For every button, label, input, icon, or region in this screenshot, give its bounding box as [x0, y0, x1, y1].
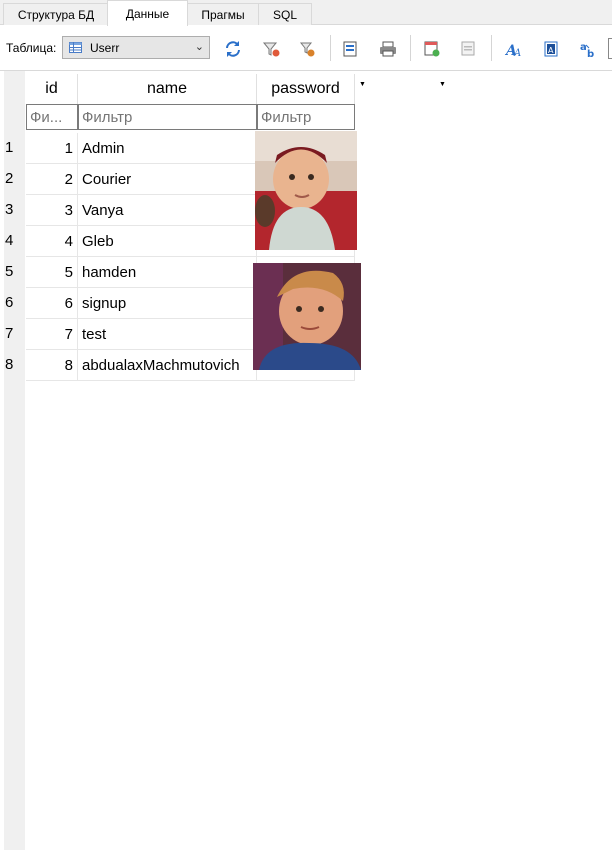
insert-dropdown-arrow[interactable]: ▼: [439, 81, 446, 88]
export-icon[interactable]: [341, 39, 361, 59]
clear-filter-icon[interactable]: [261, 39, 281, 59]
row-number[interactable]: 4: [5, 232, 13, 249]
row-number[interactable]: 1: [5, 139, 13, 156]
print-icon[interactable]: [378, 39, 398, 59]
cell-name[interactable]: abdualaxMachmutovich: [78, 350, 257, 381]
filter-input-id[interactable]: [26, 104, 78, 130]
svg-text:a: a: [580, 42, 587, 53]
column-header-id[interactable]: id: [26, 74, 78, 104]
cell-name[interactable]: Gleb: [78, 226, 257, 257]
cell-name[interactable]: hamden: [78, 257, 257, 288]
text-icon[interactable]: A: [541, 39, 561, 59]
child-photo-red-hat: [255, 131, 357, 250]
table-label: Таблица:: [6, 41, 57, 55]
row-number[interactable]: 5: [5, 263, 13, 280]
tab-bar: Структура БД Данные Прагмы SQL: [0, 0, 612, 26]
toolbar-separator: [330, 35, 331, 61]
replace-icon[interactable]: ab: [578, 39, 598, 59]
row-number[interactable]: 3: [5, 201, 13, 218]
cell-id[interactable]: 3: [26, 195, 78, 226]
save-filter-icon[interactable]: [298, 39, 318, 59]
cell-id[interactable]: 1: [26, 133, 78, 164]
cell-id[interactable]: 4: [26, 226, 78, 257]
tab-label: Структура БД: [17, 7, 95, 22]
toolbar: Таблица: Userr ⌄ ▼ ▼ AA A a b: [0, 25, 612, 88]
cell-id[interactable]: 2: [26, 164, 78, 195]
chevron-down-icon: ⌄: [194, 41, 204, 53]
tab-label: Данные: [125, 6, 170, 21]
table-select-value: Userr: [90, 41, 120, 55]
filter-input-name[interactable]: [78, 104, 257, 130]
row-number[interactable]: 7: [5, 325, 13, 342]
cell-id[interactable]: 7: [26, 319, 78, 350]
row-number[interactable]: 2: [5, 170, 13, 187]
svg-text:A: A: [513, 48, 521, 59]
tab-sql[interactable]: SQL: [258, 3, 312, 25]
column-header-name[interactable]: name: [78, 74, 257, 104]
child-photo-blue-shirt: [253, 263, 361, 370]
font-icon[interactable]: AA: [504, 39, 524, 59]
cell-name[interactable]: test: [78, 319, 257, 350]
row-number[interactable]: 8: [5, 356, 13, 373]
filter-input-password[interactable]: [257, 104, 355, 130]
column-header-label: name: [146, 80, 188, 97]
svg-text:b: b: [587, 49, 594, 59]
tab-label: SQL: [272, 7, 297, 22]
password-image-1[interactable]: [255, 131, 357, 250]
tab-db-structure[interactable]: Структура БД: [3, 3, 109, 25]
cell-id[interactable]: 5: [26, 257, 78, 288]
insert-record-icon[interactable]: [422, 39, 442, 59]
tab-pragmas[interactable]: Прагмы: [186, 3, 260, 25]
tab-label: Прагмы: [201, 7, 245, 22]
cell-name[interactable]: Courier: [78, 164, 257, 195]
tab-data[interactable]: Данные: [107, 0, 188, 26]
row-number[interactable]: 6: [5, 294, 13, 311]
cell-id[interactable]: 8: [26, 350, 78, 381]
cell-name[interactable]: Vanya: [78, 195, 257, 226]
cell-name[interactable]: Admin: [78, 133, 257, 164]
column-header-label: password: [271, 80, 340, 97]
svg-text:A: A: [548, 46, 554, 55]
row-header-column: [4, 71, 25, 850]
export-dropdown-arrow[interactable]: ▼: [359, 81, 366, 88]
column-header-password[interactable]: password: [257, 74, 355, 104]
cell-name[interactable]: signup: [78, 288, 257, 319]
toolbar-divider: [0, 70, 612, 71]
toolbar-separator: [491, 35, 492, 61]
table-select[interactable]: Userr ⌄: [62, 36, 210, 59]
cell-id[interactable]: 6: [26, 288, 78, 319]
toolbar-overflow-button[interactable]: [608, 38, 612, 59]
password-image-2[interactable]: [253, 263, 361, 370]
toolbar-separator: [410, 35, 411, 61]
table-icon: [69, 42, 82, 53]
column-header-label: id: [45, 80, 58, 97]
delete-record-icon[interactable]: [459, 39, 479, 59]
refresh-icon[interactable]: [223, 39, 243, 59]
